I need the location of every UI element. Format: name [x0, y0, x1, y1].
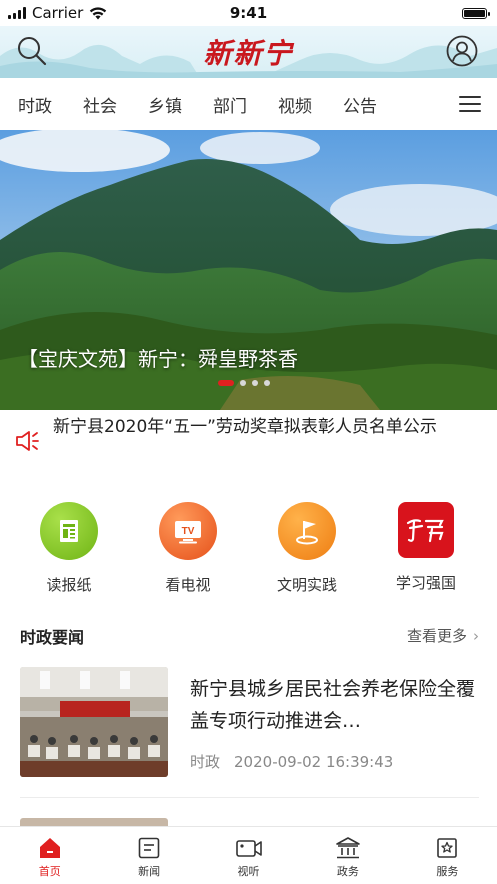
tabbar-home[interactable]: 首页 — [0, 827, 99, 884]
clock: 9:41 — [229, 4, 268, 22]
flag-icon — [278, 502, 336, 560]
news-meta: 时政 2020-09-02 16:39:43 — [190, 751, 393, 772]
news-thumbnail — [20, 667, 168, 777]
quick-link-label: 文明实践 — [276, 576, 337, 594]
news-item[interactable]: 新宁县城乡居民社会养老保险全覆盖专项行动推进会… 时政 2020-09-02 16… — [20, 667, 477, 777]
quick-links: 读报纸 TV 看电视 文明实践 学习强国 — [0, 496, 497, 606]
news-category: 时政 — [190, 753, 221, 771]
menu-icon[interactable] — [459, 96, 481, 112]
tabbar-service[interactable]: 服务 — [398, 827, 497, 884]
section-header: 时政要闻 查看更多 › — [20, 622, 479, 648]
xuexi-logo-icon — [398, 502, 454, 558]
tab-society[interactable]: 社会 — [83, 92, 117, 117]
quick-link-tv[interactable]: TV 看电视 — [143, 496, 233, 595]
section-title: 时政要闻 — [20, 628, 85, 647]
news-title: 新宁县城乡居民社会养老保险全覆盖专项行动推进会… — [190, 678, 476, 732]
tv-icon: TV — [159, 502, 217, 560]
tabbar-label: 新闻 — [138, 865, 161, 878]
carousel-dot[interactable] — [218, 380, 234, 386]
tabbar-label: 首页 — [38, 865, 61, 878]
news-icon — [138, 837, 160, 859]
quick-link-civilization-practice[interactable]: 文明实践 — [262, 496, 352, 595]
tab-towns[interactable]: 乡镇 — [148, 92, 182, 117]
notice-bar[interactable]: 新宁县2020年“五一”劳动奖章拟表彰人员名单公示 — [0, 410, 497, 472]
carousel-indicator — [218, 380, 270, 386]
news-datetime: 2020-09-02 16:39:43 — [234, 753, 394, 771]
quick-link-xuexi[interactable]: 学习强国 — [381, 496, 471, 593]
app-logo: 新新宁 — [203, 37, 294, 70]
tabbar-news[interactable]: 新闻 — [99, 827, 198, 884]
tab-announcements[interactable]: 公告 — [343, 92, 377, 117]
bottom-tab-bar: 首页 新闻 视听 政务 服务 — [0, 826, 497, 884]
quick-link-label: 读报纸 — [46, 576, 92, 594]
user-profile-icon[interactable] — [446, 35, 478, 67]
carousel-dot[interactable] — [252, 380, 258, 386]
tabbar-label: 政务 — [336, 865, 359, 878]
divider — [20, 797, 479, 798]
view-more-label: 查看更多 — [406, 627, 467, 645]
tabbar-government[interactable]: 政务 — [298, 827, 397, 884]
service-icon — [437, 838, 458, 858]
government-icon — [336, 837, 360, 859]
status-bar: Carrier 9:41 — [0, 0, 497, 26]
chevron-right-icon: › — [473, 627, 479, 645]
notice-text: 新宁县2020年“五一”劳动奖章拟表彰人员名单公示 — [53, 417, 437, 437]
tab-departments[interactable]: 部门 — [213, 92, 247, 117]
news-thumbnail — [20, 818, 168, 826]
carousel-dot[interactable] — [264, 380, 270, 386]
video-icon — [235, 840, 262, 857]
banner-caption: 【宝庆文苑】新宁：舜皇野茶香 — [18, 347, 298, 371]
quick-link-newspaper[interactable]: 读报纸 — [24, 496, 114, 595]
newspaper-icon — [40, 502, 98, 560]
tab-politics[interactable]: 时政 — [18, 92, 52, 117]
view-more-link[interactable]: 查看更多 › — [407, 625, 479, 646]
banner-carousel[interactable]: 【宝庆文苑】新宁：舜皇野茶香 — [0, 130, 497, 410]
speaker-icon — [16, 431, 39, 451]
battery-icon — [462, 7, 490, 19]
tabbar-video[interactable]: 视听 — [199, 827, 298, 884]
tabbar-label: 视听 — [237, 865, 260, 878]
quick-link-label: 学习强国 — [395, 574, 456, 592]
tabbar-label: 服务 — [436, 865, 459, 878]
tab-video[interactable]: 视频 — [278, 92, 312, 117]
home-icon — [39, 838, 60, 858]
category-tabs: 时政 社会 乡镇 部门 视频 公告 — [0, 78, 497, 131]
svg-text:TV: TV — [182, 526, 195, 537]
quick-link-label: 看电视 — [165, 576, 211, 594]
carousel-dot[interactable] — [240, 380, 246, 386]
app-header: 新新宁 — [0, 26, 497, 78]
